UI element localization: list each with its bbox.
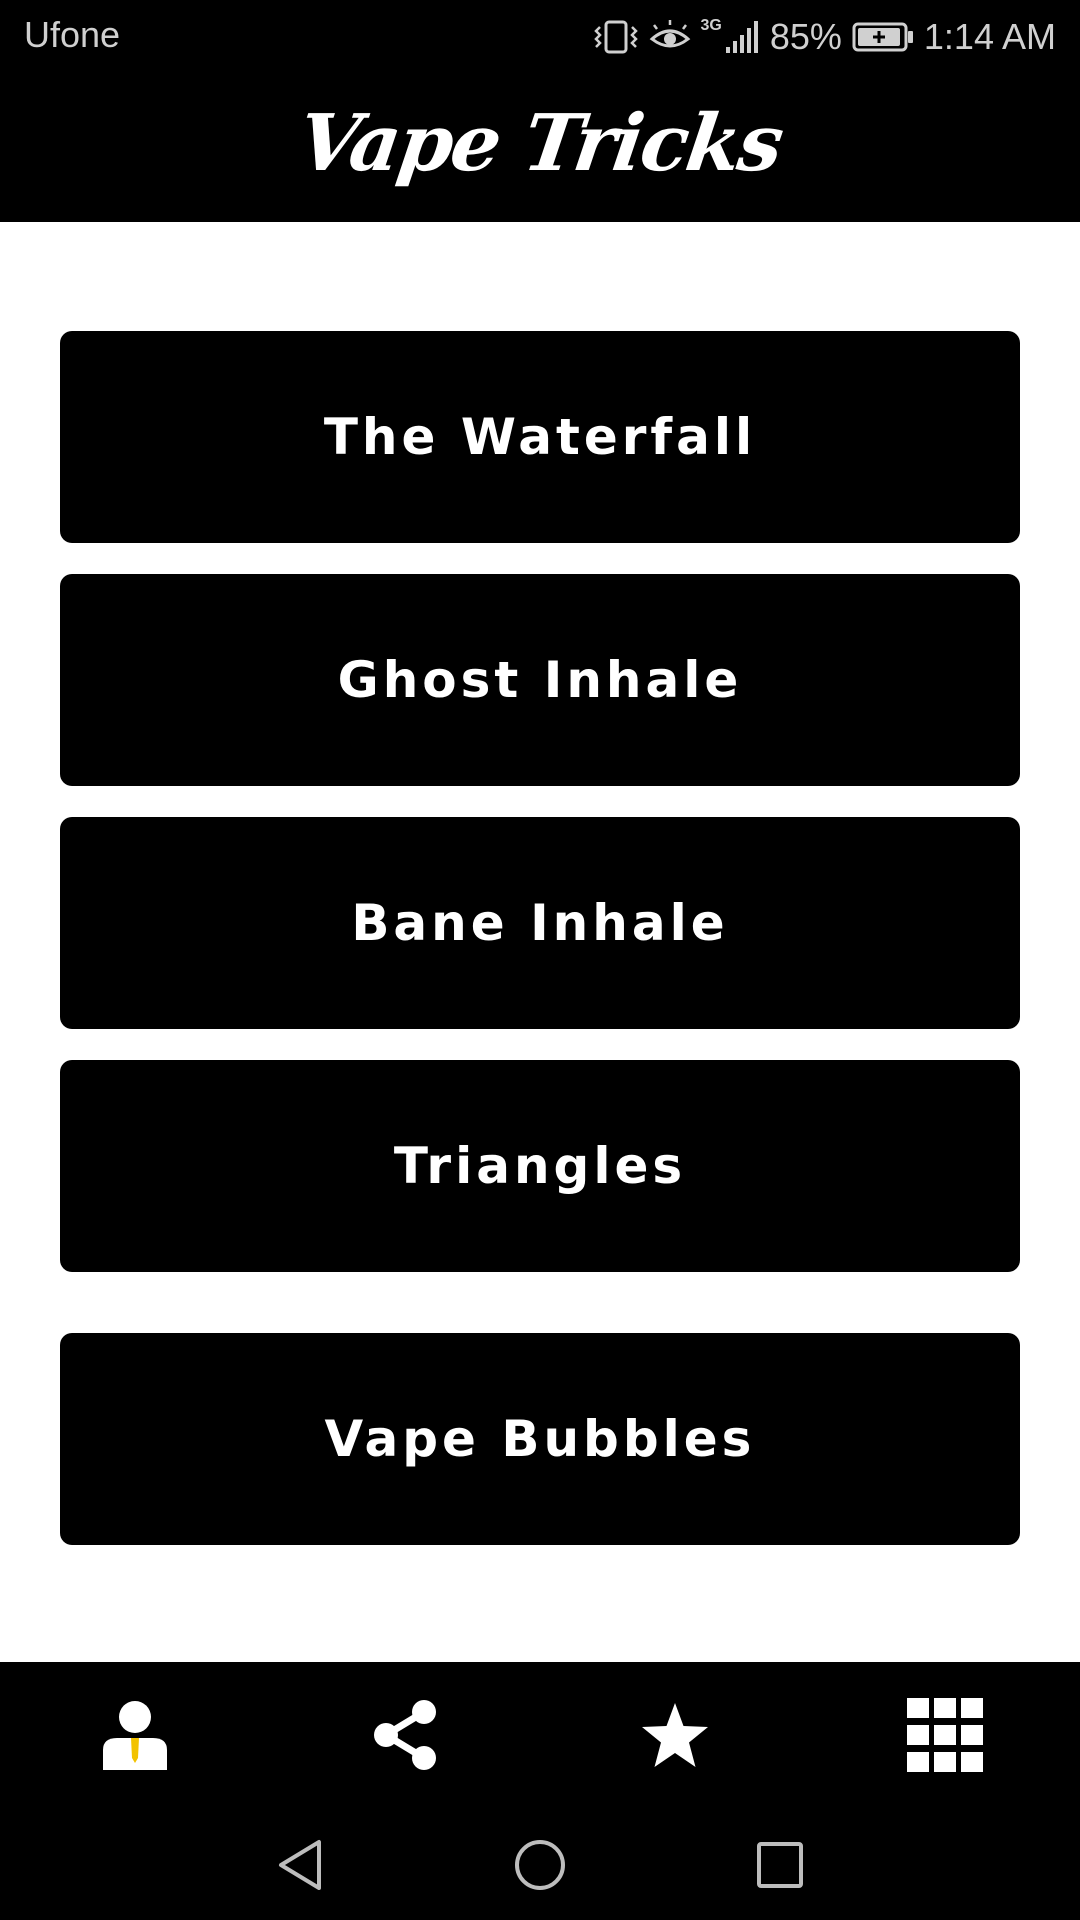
tab-profile[interactable]	[0, 1662, 270, 1812]
system-nav-bar	[0, 1812, 1080, 1920]
eye-comfort-icon	[649, 19, 691, 55]
app-header: Vape Tricks	[0, 74, 1080, 222]
app-screen: Ufone 3G 85% 1:14 AM Vape Tricks The Wat…	[0, 0, 1080, 1920]
nav-back-button[interactable]	[260, 1832, 340, 1902]
tab-share[interactable]	[270, 1662, 540, 1812]
trick-button-ghost-inhale[interactable]: Ghost Inhale	[60, 574, 1020, 786]
trick-button-triangles[interactable]: Triangles	[60, 1060, 1020, 1272]
vibrate-icon	[593, 19, 639, 55]
trick-button-bane-inhale[interactable]: Bane Inhale	[60, 817, 1020, 1029]
status-bar: Ufone 3G 85% 1:14 AM	[0, 0, 1080, 74]
signal-icon	[724, 19, 760, 55]
trick-button-vape-bubbles[interactable]: Vape Bubbles	[60, 1333, 1020, 1545]
nav-home-button[interactable]	[500, 1832, 580, 1902]
back-icon	[275, 1838, 325, 1896]
clock: 1:14 AM	[923, 16, 1056, 57]
tab-more-apps[interactable]	[810, 1662, 1080, 1812]
bottom-tab-bar	[0, 1662, 1080, 1812]
nav-recents-button[interactable]	[740, 1832, 820, 1902]
trick-button-the-waterfall[interactable]: The Waterfall	[60, 331, 1020, 543]
battery-charging-icon	[852, 22, 914, 52]
status-icons: 3G 85% 1:14 AM	[593, 10, 1056, 64]
recents-icon	[756, 1841, 804, 1893]
grid-icon	[907, 1698, 983, 1776]
share-icon	[372, 1699, 438, 1775]
carrier-name: Ufone	[24, 14, 121, 55]
network-type: 3G	[700, 17, 722, 34]
tricks-list: The Waterfall Ghost Inhale Bane Inhale T…	[0, 222, 1080, 1662]
profile-icon	[101, 1700, 169, 1774]
battery-percent: 85%	[769, 16, 842, 57]
app-title: Vape Tricks	[292, 97, 788, 189]
star-icon	[640, 1701, 710, 1773]
home-icon	[513, 1838, 567, 1896]
tab-rate[interactable]	[540, 1662, 810, 1812]
